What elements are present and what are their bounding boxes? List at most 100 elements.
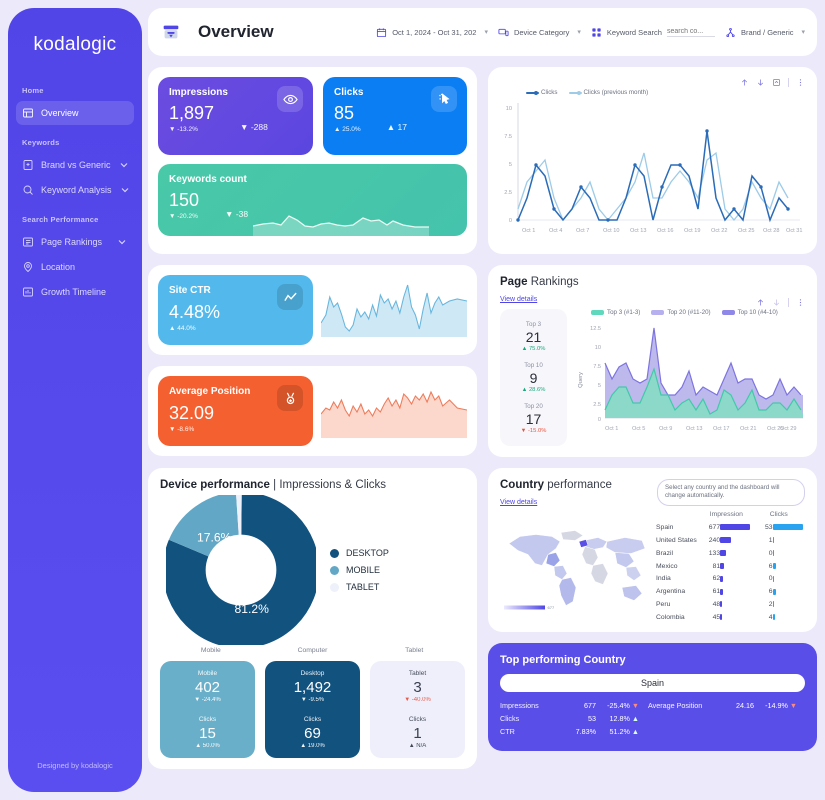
kebab-menu-icon[interactable]	[796, 78, 805, 87]
legend-item[interactable]: Top 10 (#4-10)	[721, 309, 778, 316]
kpi-card-keywords-count[interactable]: Keywords count 150 ▼ -20.2% ▼ -38	[158, 164, 467, 236]
clicks-bar-cell	[772, 534, 805, 547]
table-row[interactable]: Mexico 81 6	[656, 560, 805, 573]
kpi-card-clicks[interactable]: Clicks 85 ▲ 25.0% ▲ 17	[323, 77, 467, 155]
sidebar-item-growth-timeline[interactable]: Growth Timeline	[16, 280, 134, 304]
legend-item-mobile[interactable]: MOBILE	[330, 565, 389, 575]
chevron-down-icon[interactable]: ▾	[484, 28, 488, 36]
country-view-details-link[interactable]: View details	[500, 499, 537, 506]
up-arrow-icon[interactable]	[740, 78, 749, 87]
nav-section-keywords: Keywords	[22, 138, 60, 147]
legend-item-tablet[interactable]: TABLET	[330, 582, 389, 592]
legend-item-desktop[interactable]: DESKTOP	[330, 548, 389, 558]
rankings-view-details-link[interactable]: View details	[500, 296, 537, 303]
table-row[interactable]: Peru 48 2	[656, 598, 805, 611]
chevron-down-icon[interactable]	[119, 184, 131, 196]
chevron-down-icon[interactable]: ▾	[801, 28, 805, 36]
kpi-title: Keywords count	[169, 174, 247, 185]
device-card-mobile[interactable]: Mobile 402 ▼ -24.4% Clicks 15 ▲ 50.0%	[160, 661, 255, 758]
brand-generic-filter[interactable]: Brand / Generic ▾	[725, 27, 805, 38]
x-tick: Oct 19	[684, 228, 700, 234]
country-name: Mexico	[656, 562, 678, 570]
country-name: India	[656, 575, 671, 583]
sidebar-item-label: Page Rankings	[41, 237, 103, 247]
brand-icon	[23, 160, 33, 170]
site-ctr-card[interactable]: Site CTR 4.48% ▲ 44.0%	[148, 265, 477, 355]
table-row[interactable]: United States 240 1	[656, 534, 805, 547]
sidebar-item-brand-vs-generic[interactable]: Brand vs Generic	[16, 153, 134, 177]
hierarchy-icon	[726, 27, 735, 37]
device-clicks: 69	[304, 725, 321, 742]
device-clicks-label: Clicks	[303, 716, 322, 723]
table-row[interactable]: India 62 0	[656, 573, 805, 586]
legend-item[interactable]: Clicks	[526, 89, 558, 96]
rank-label: Top 20	[524, 403, 543, 410]
down-arrow-icon[interactable]	[772, 298, 781, 307]
stat-delta: ▲ 44.0%	[169, 325, 196, 332]
table-row[interactable]: Argentina 61 6	[656, 585, 805, 598]
donut-label-desktop: 81.2%	[235, 602, 270, 616]
kpi-value: 85	[334, 103, 355, 123]
sidebar-item-page-rankings[interactable]: Page Rankings	[16, 230, 134, 254]
device-card-desktop[interactable]: Desktop 1,492 ▼ -9.5% Clicks 69 ▲ 19.0%	[265, 661, 360, 758]
y-tick: 12.5	[590, 326, 601, 332]
device-category-filter[interactable]: Device Category ▾	[498, 27, 581, 38]
device-clicks-label: Clicks	[198, 716, 217, 723]
metric-delta: 12.8% ▲	[609, 714, 639, 723]
average-position-card[interactable]: Average Position 32.09 ▼ -8.6%	[148, 366, 477, 456]
up-arrow-icon[interactable]	[756, 298, 765, 307]
top-country-selected[interactable]: Spain	[500, 674, 805, 692]
country-clicks: 1	[768, 536, 773, 544]
rank-delta: ▼ -15.0%	[520, 428, 547, 434]
legend-item[interactable]: Top 3 (#1-3)	[591, 309, 640, 316]
device-impressions: 402	[194, 679, 221, 696]
table-row[interactable]: Spain 677 53	[656, 521, 805, 534]
clicks-chart-legend: Clicks Clicks (previous month)	[526, 89, 805, 96]
stat-delta: ▼ -8.6%	[169, 426, 195, 433]
export-icon[interactable]	[772, 78, 781, 87]
search-input[interactable]	[666, 27, 715, 37]
sidebar: kodalogic Home Overview Keywords Brand v…	[8, 8, 142, 792]
chevron-down-icon[interactable]	[118, 159, 130, 171]
clicks-bar-cell	[772, 598, 805, 611]
down-arrow-icon[interactable]	[756, 78, 765, 87]
chevron-down-icon[interactable]: ▾	[577, 28, 581, 36]
table-row[interactable]: Brazil 133 0	[656, 547, 805, 560]
clicks-bar-cell	[772, 547, 805, 560]
kpi-absolute-change: ▼ -38	[225, 209, 249, 219]
rank-value: 17	[525, 411, 542, 427]
impressions-bar-cell	[720, 521, 752, 534]
country-impressions: 133	[708, 549, 721, 557]
kebab-menu-icon[interactable]	[796, 298, 805, 307]
device-card-tablet[interactable]: Tablet 3 ▼ -40.0% Clicks 1 ▲ N/A	[370, 661, 465, 758]
sidebar-item-keyword-analysis[interactable]: Keyword Analysis	[16, 178, 134, 202]
rank-tile-top20[interactable]: Top 20 17 ▼ -15.0%	[500, 398, 567, 439]
world-map[interactable]: 677	[500, 511, 650, 624]
rank-tile-top3[interactable]: Top 3 21 ▲ 75.0%	[500, 316, 567, 357]
device-donut-chart: 81.2% 17.6%	[166, 495, 316, 645]
average-position-area-chart	[321, 390, 467, 438]
keyword-search-filter[interactable]: Keyword Search	[591, 27, 715, 38]
chevron-down-icon[interactable]	[116, 236, 128, 248]
sidebar-item-location[interactable]: Location	[16, 255, 134, 279]
legend-item[interactable]: Top 20 (#11-20)	[651, 309, 711, 316]
axis-label-mobile: Mobile	[200, 647, 221, 654]
page-rankings-panel: Page Rankings View details Top 3 21 ▲ 75…	[488, 265, 817, 457]
kpi-delta: ▼ -20.2%	[169, 213, 198, 220]
axis-label-computer: Computer	[297, 647, 328, 654]
sidebar-item-overview[interactable]: Overview	[16, 101, 134, 125]
x-tick: Oct 22	[711, 228, 727, 234]
kpi-card-impressions[interactable]: Impressions 1,897 ▼ -13.2% ▼ -288	[158, 77, 313, 155]
legend-item[interactable]: Clicks (previous month)	[568, 89, 648, 96]
sidebar-item-label: Location	[41, 262, 76, 272]
device-icon	[498, 28, 509, 36]
country-name: Spain	[656, 523, 674, 531]
metric-delta: 51.2% ▲	[609, 727, 639, 736]
row-kpi-clicks: Impressions 1,897 ▼ -13.2% ▼ -288 Clicks	[148, 67, 817, 254]
device-impressions-delta: ▼ -9.5%	[300, 697, 325, 703]
date-range-filter[interactable]: Oct 1, 2024 - Oct 31, 202 ▾	[376, 27, 488, 38]
rank-tile-top10[interactable]: Top 10 9 ▲ 28.6%	[500, 357, 567, 398]
table-row[interactable]: Colombia 45 4	[656, 611, 805, 624]
grid-icon	[592, 27, 601, 37]
device-impressions-delta: ▼ -40.0%	[404, 697, 431, 703]
